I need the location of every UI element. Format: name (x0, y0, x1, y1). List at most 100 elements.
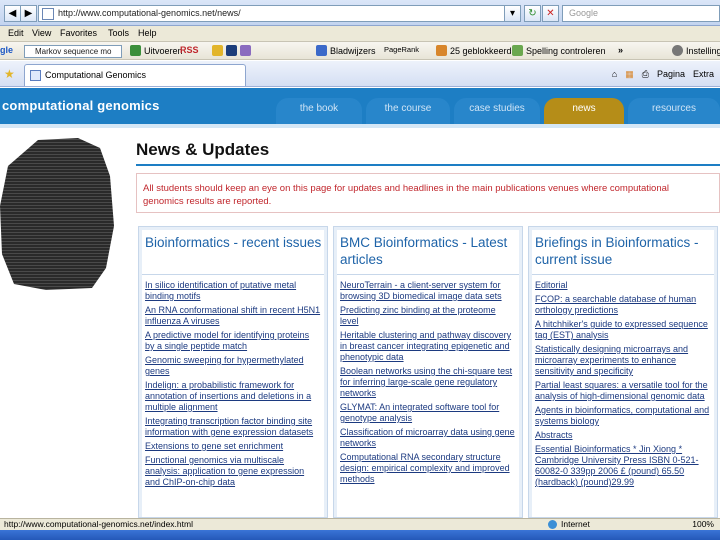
spellcheck-icon (512, 45, 523, 56)
zoom-level[interactable]: 100% (692, 519, 714, 530)
google-toolbar-search-value: Markov sequence mo (35, 47, 112, 56)
site-title[interactable]: computational genomics (2, 98, 160, 113)
nav-resources[interactable]: resources (628, 98, 720, 124)
address-dropdown-button[interactable]: ▾ (504, 5, 521, 22)
favorites-star-icon[interactable]: ★ (4, 67, 15, 81)
status-url: http://www.computational-genomics.net/in… (4, 519, 193, 529)
article-link[interactable]: GLYMAT: An integrated software tool for … (340, 402, 516, 424)
article-link[interactable]: Editorial (535, 280, 711, 291)
article-link[interactable]: Computational RNA secondary structure de… (340, 452, 516, 485)
header-strip (0, 124, 720, 128)
column-divider (142, 274, 324, 275)
tab-row: ★ Computational Genomics ⌂ ▦ ⎙ Pagina Ex… (0, 61, 720, 87)
rosetta-stone-image (0, 138, 114, 290)
windows-taskbar (0, 530, 720, 540)
toolbar-run-button[interactable]: Uitvoeren (130, 45, 183, 56)
column-title[interactable]: BMC Bioinformatics - Latest articles (340, 234, 519, 268)
nav-news[interactable]: news (544, 98, 624, 124)
column-title[interactable]: Briefings in Bioinformatics - current is… (535, 234, 714, 268)
toolbar-settings-button[interactable]: Instellingen (672, 45, 720, 56)
article-link[interactable]: Boolean networks using the chi-square te… (340, 366, 516, 399)
toolbar-spellcheck-button[interactable]: Spelling controleren (512, 45, 606, 56)
article-link[interactable]: A hitchhiker's guide to expressed sequen… (535, 319, 711, 341)
settings-icon (240, 45, 251, 56)
menu-tools[interactable]: Tools (108, 28, 129, 38)
article-link[interactable]: Agents in bioinformatics, computational … (535, 405, 711, 427)
article-list: NeuroTerrain - a client-server system fo… (340, 280, 516, 488)
toolbar-rss-button[interactable]: RSS (180, 45, 199, 55)
column-panel: Bioinformatics - recent issues In silico… (142, 230, 324, 517)
home-icon[interactable]: ⌂ (612, 69, 617, 79)
menu-favorites[interactable]: Favorites (60, 28, 97, 38)
notice-box: All students should keep an eye on this … (136, 173, 720, 213)
status-bar: http://www.computational-genomics.net/in… (0, 518, 720, 530)
page-icon (42, 8, 54, 20)
address-url: http://www.computational-genomics.net/ne… (58, 8, 241, 18)
back-button[interactable]: ◀ (4, 5, 21, 22)
menu-view[interactable]: View (32, 28, 51, 38)
forward-button[interactable]: ▶ (20, 5, 37, 22)
article-link[interactable]: An RNA conformational shift in recent H5… (145, 305, 321, 327)
toolbar-icons-group (212, 45, 254, 56)
print-icon[interactable]: ⎙ (642, 69, 649, 80)
article-link[interactable]: Integrating transcription factor binding… (145, 416, 321, 438)
column-title[interactable]: Bioinformatics - recent issues (145, 234, 324, 251)
links-toolbar: gle Markov sequence mo Uitvoeren RSS Bla… (0, 42, 720, 60)
article-link[interactable]: Genomic sweeping for hypermethylated gen… (145, 355, 321, 377)
refresh-icon[interactable]: ↻ (524, 5, 541, 22)
menu-edit[interactable]: Edit (8, 28, 24, 38)
article-link[interactable]: Predicting zinc binding at the proteome … (340, 305, 516, 327)
toolbar-bookmarks-button[interactable]: Bladwijzers (316, 45, 376, 56)
column-panel: BMC Bioinformatics - Latest articles Neu… (337, 230, 519, 517)
page-title: News & Updates (136, 140, 270, 159)
nav-case-studies[interactable]: case studies (454, 98, 540, 124)
column-briefings-in-bioinformatics: Briefings in Bioinformatics - current is… (528, 226, 718, 518)
menu-bar: Edit View Favorites Tools Help (0, 26, 720, 42)
play-icon (130, 45, 141, 56)
search-placeholder: Google (569, 8, 599, 18)
article-link[interactable]: Indelign: a probabilistic framework for … (145, 380, 321, 413)
article-link[interactable]: In silico identification of putative met… (145, 280, 321, 302)
google-toolbar-search[interactable]: Markov sequence mo (24, 45, 122, 58)
column-panel: Briefings in Bioinformatics - current is… (532, 230, 714, 517)
popup-blocker-icon (436, 45, 447, 56)
toolbar-overflow-chevron-icon[interactable]: » (618, 45, 623, 55)
google-logo: gle (0, 45, 14, 55)
page-menu-button[interactable]: Pagina (657, 69, 685, 79)
column-divider (532, 274, 714, 275)
feeds-icon[interactable]: ▦ (625, 69, 634, 80)
article-link[interactable]: Partial least squares: a versatile tool … (535, 380, 711, 402)
tab-label: Computational Genomics (45, 70, 147, 80)
site-header: computational genomics the book the cour… (0, 88, 720, 124)
address-bar-row: ◀ ▶ http://www.computational-genomics.ne… (0, 0, 720, 26)
article-link[interactable]: Classification of microarray data using … (340, 427, 516, 449)
article-link[interactable]: FCOP: a searchable database of human ort… (535, 294, 711, 316)
title-divider (136, 164, 720, 166)
column-bioinformatics: Bioinformatics - recent issues In silico… (138, 226, 328, 518)
bookmark-star-icon (316, 45, 327, 56)
toolbar-pagerank: PageRank (384, 45, 420, 54)
article-link[interactable]: Functional genomics via multiscale analy… (145, 455, 321, 488)
stop-icon[interactable]: ✕ (542, 5, 559, 22)
article-link[interactable]: Extensions to gene set enrichment (145, 441, 321, 452)
article-link[interactable]: Abstracts (535, 430, 711, 441)
academic-cap-icon (226, 45, 237, 56)
globe-icon (548, 520, 557, 529)
column-bmc-bioinformatics: BMC Bioinformatics - Latest articles Neu… (333, 226, 523, 518)
tab-computational-genomics[interactable]: Computational Genomics (24, 64, 246, 86)
article-link[interactable]: Statistically designing microarrays and … (535, 344, 711, 377)
article-link[interactable]: Heritable clustering and pathway discove… (340, 330, 516, 363)
zone-label: Internet (561, 519, 590, 529)
article-list: Editorial FCOP: a searchable database of… (535, 280, 711, 491)
tools-menu-button[interactable]: Extra (693, 69, 714, 79)
article-link[interactable]: Essential Bioinformatics * Jin Xiong * C… (535, 444, 711, 488)
address-input[interactable]: http://www.computational-genomics.net/ne… (38, 5, 518, 22)
article-link[interactable]: NeuroTerrain - a client-server system fo… (340, 280, 516, 302)
menu-help[interactable]: Help (138, 28, 157, 38)
toolbar-popup-blocker-button[interactable]: 25 geblokkeerd (436, 45, 512, 56)
nav-the-book[interactable]: the book (276, 98, 362, 124)
article-link[interactable]: A predictive model for identifying prote… (145, 330, 321, 352)
column-divider (337, 274, 519, 275)
search-input[interactable]: Google (562, 5, 720, 22)
nav-the-course[interactable]: the course (366, 98, 450, 124)
